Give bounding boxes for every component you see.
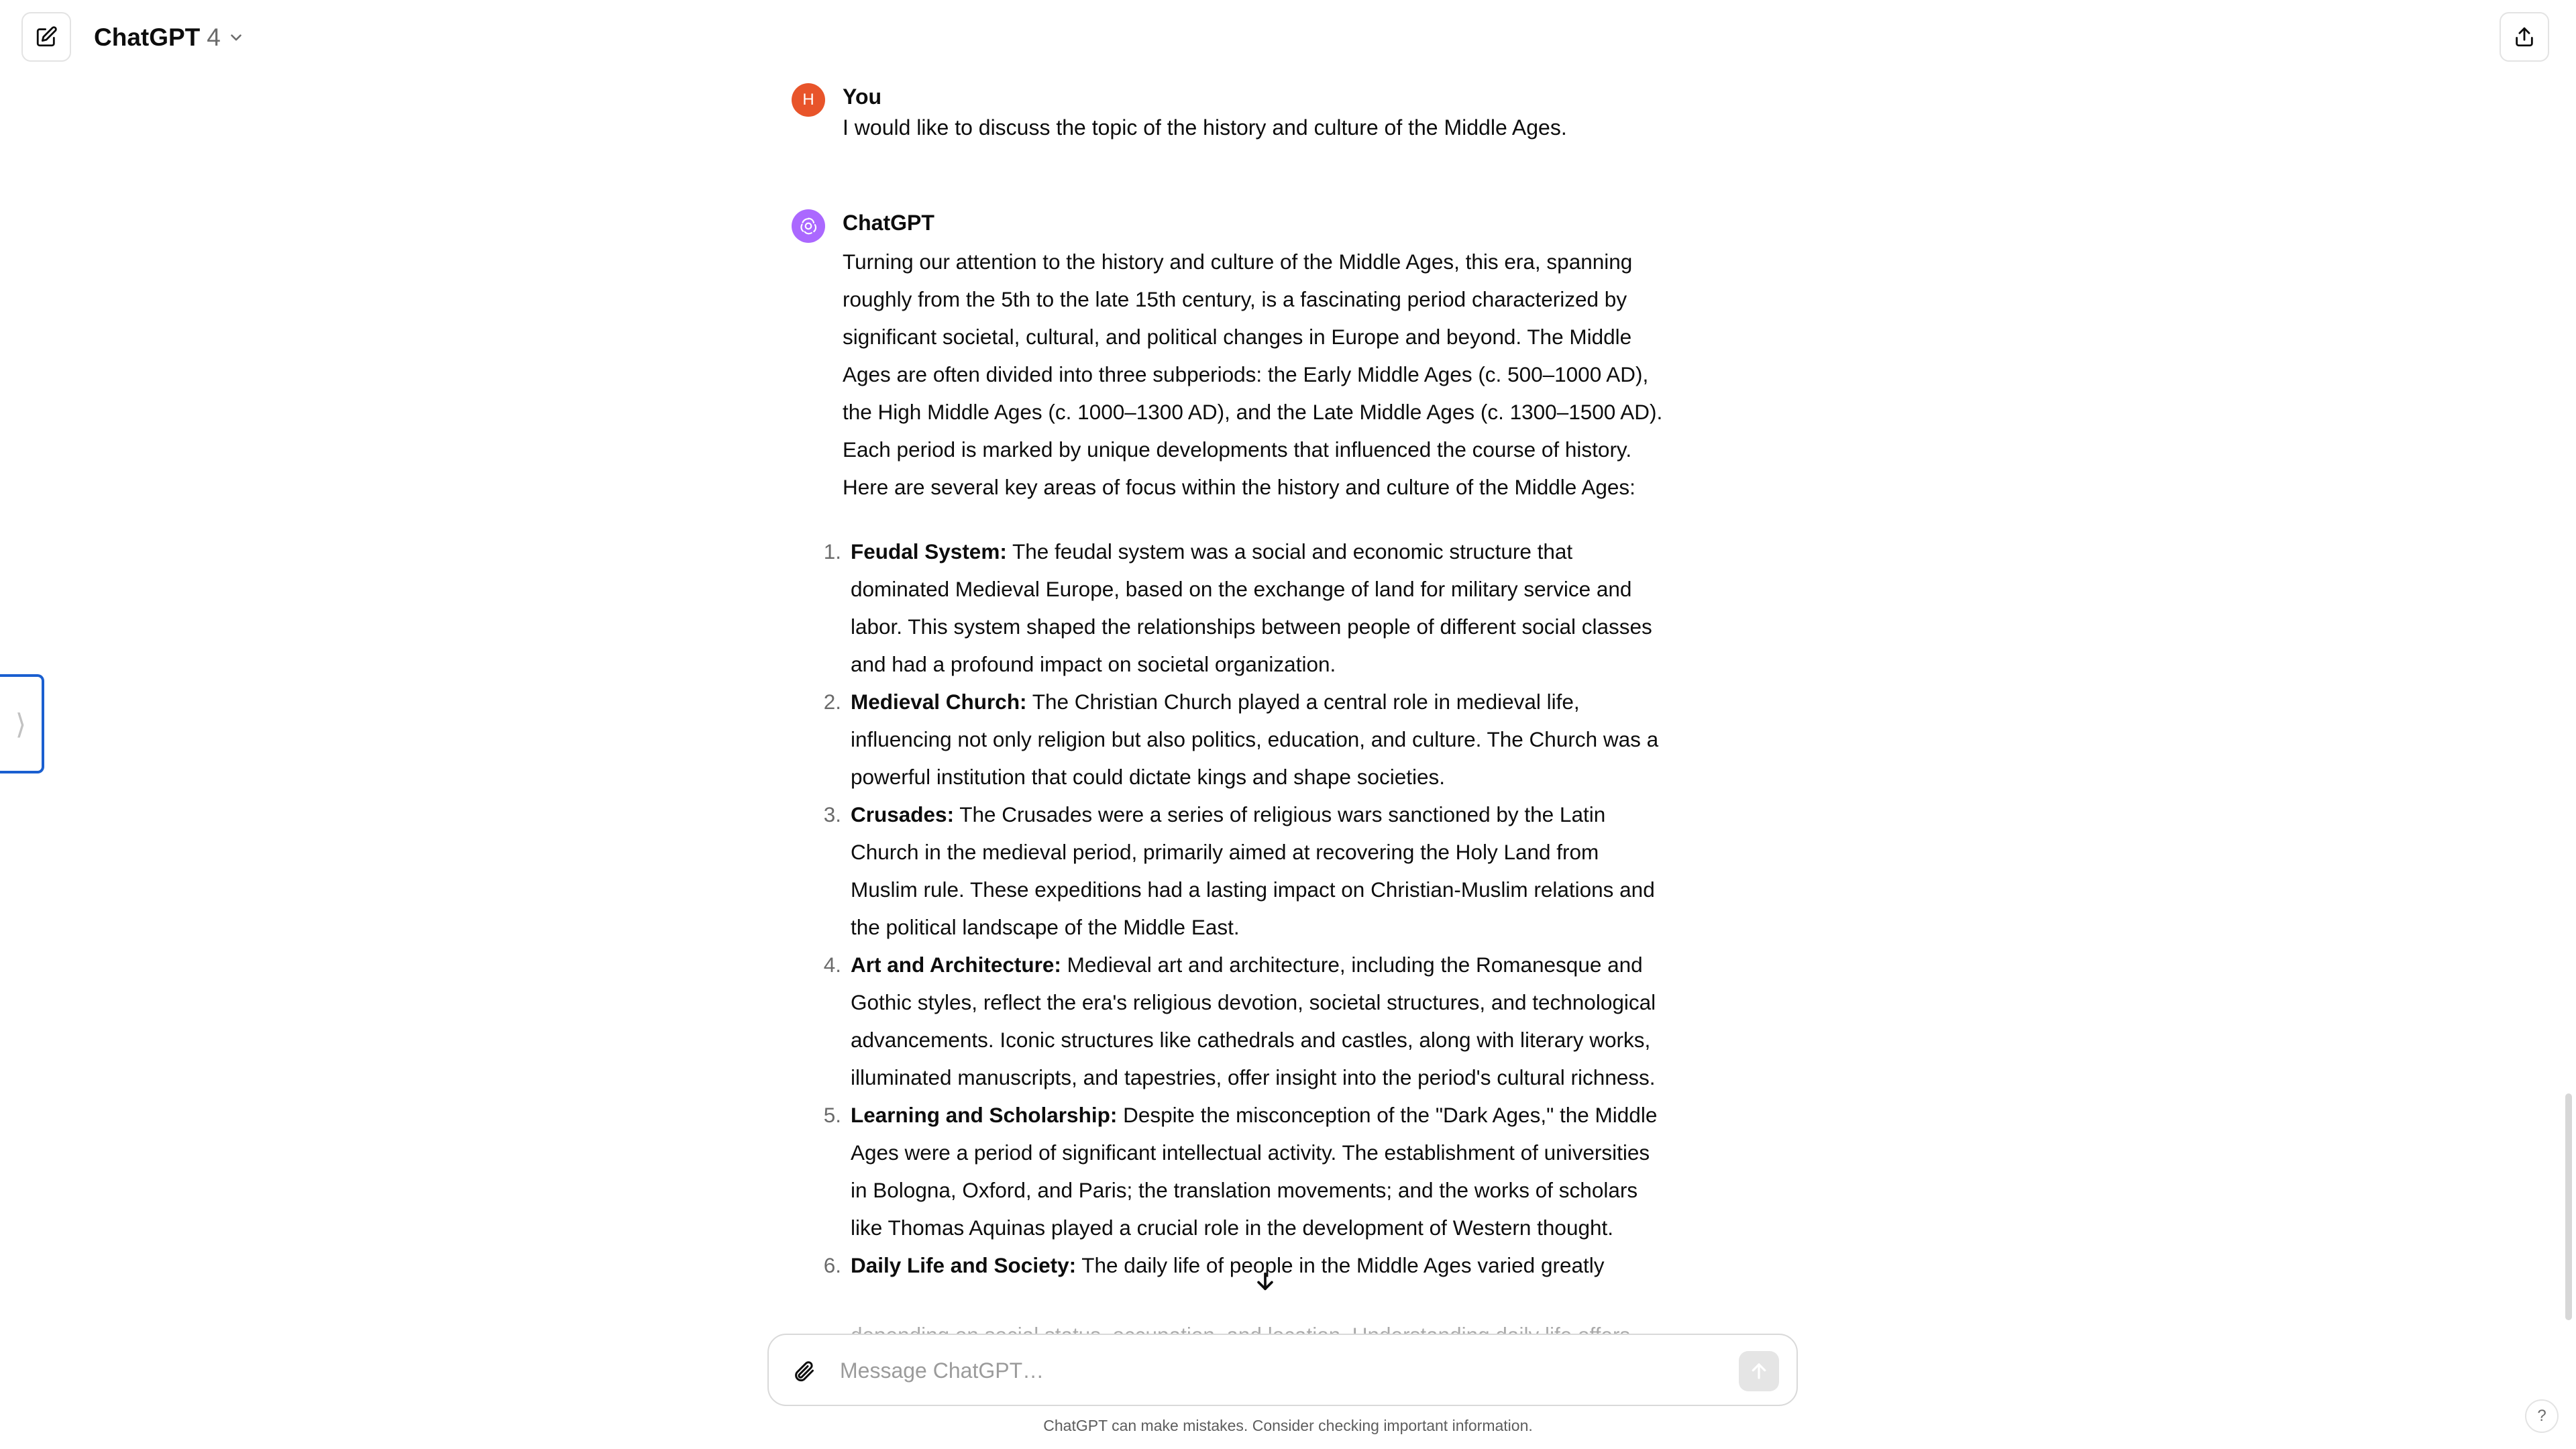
share-button[interactable] — [2500, 12, 2549, 62]
list-item: 1. Feudal System: The feudal system was a… — [824, 533, 1668, 683]
chat-page: ChatGPT 4 ⟩ H You I would like to discus… — [0, 0, 2576, 1449]
arrow-up-icon — [1752, 1363, 1766, 1379]
send-button[interactable] — [1739, 1351, 1779, 1391]
question-icon: ? — [2537, 1407, 2546, 1425]
list-item: 5. Learning and Scholarship: Despite the … — [824, 1096, 1668, 1246]
list-item: 4. Art and Architecture: Medieval art and… — [824, 946, 1668, 1096]
scrollbar-thumb[interactable] — [2565, 1093, 2572, 1320]
list-term: Daily Life and Society: — [851, 1253, 1077, 1277]
list-term: Feudal System: — [851, 539, 1007, 564]
message-body: Turning our attention to the history and… — [824, 243, 1668, 1284]
list-number: 4. — [823, 953, 841, 977]
model-selector[interactable]: ChatGPT 4 — [94, 19, 245, 56]
list-item: 3. Crusades: The Crusades were a series o… — [824, 796, 1668, 946]
chevron-down-icon — [231, 34, 241, 41]
message-text: I would like to discuss the topic of the… — [843, 115, 1567, 140]
avatar-initial: H — [802, 91, 814, 109]
list-number: 6. — [823, 1253, 841, 1277]
list-text: The daily life of people in the Middle A… — [1076, 1253, 1605, 1277]
model-version: 4 — [207, 23, 221, 51]
list-text: The Crusades were a series of religious … — [851, 802, 1655, 939]
list-number: 2. — [823, 690, 841, 714]
list-term: Medieval Church: — [851, 690, 1027, 714]
message-author: ChatGPT — [843, 211, 934, 235]
arrow-down-icon — [1257, 1272, 1273, 1291]
openai-logo-icon — [792, 209, 825, 243]
help-button[interactable]: ? — [2525, 1399, 2559, 1433]
list-item: 2. Medieval Church: The Christian Church … — [824, 683, 1668, 796]
list-number: 3. — [823, 802, 841, 826]
edit-icon — [36, 26, 57, 47]
key-areas-list: 1. Feudal System: The feudal system was a… — [824, 533, 1668, 1284]
message-author: You — [843, 85, 882, 109]
attach-button[interactable] — [788, 1355, 820, 1387]
message-input[interactable] — [840, 1351, 1699, 1390]
list-term: Crusades: — [851, 802, 955, 826]
scrollbar[interactable] — [2563, 74, 2576, 1322]
list-number: 1. — [823, 539, 841, 564]
model-name: ChatGPT — [94, 23, 201, 51]
chevron-right-icon: ⟩ — [15, 708, 27, 740]
list-term: Learning and Scholarship: — [851, 1103, 1118, 1127]
disclaimer: ChatGPT can make mistakes. Consider chec… — [1043, 1417, 1533, 1434]
message-intro: Turning our attention to the history and… — [843, 250, 1663, 499]
list-term: Art and Architecture: — [851, 953, 1061, 977]
list-number: 5. — [823, 1103, 841, 1127]
scroll-to-bottom-button[interactable] — [1245, 1261, 1285, 1301]
paperclip-icon — [795, 1361, 814, 1382]
sidebar-toggle[interactable]: ⟩ — [0, 674, 44, 773]
new-chat-button[interactable] — [21, 12, 71, 62]
avatar: H — [792, 83, 825, 117]
message-composer — [767, 1334, 1798, 1406]
share-icon — [2516, 27, 2533, 47]
